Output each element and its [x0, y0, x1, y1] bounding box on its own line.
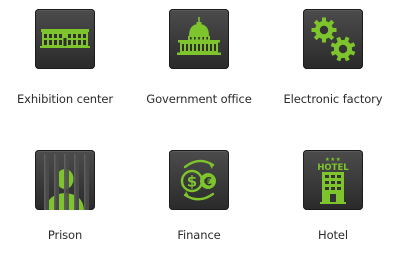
electronic-factory-tile-button[interactable] — [303, 9, 363, 69]
category-icon-grid: Exhibition center Government office Elec… — [0, 0, 398, 242]
tile-label: Prison — [47, 228, 83, 242]
tile-government-office[interactable]: Government office — [134, 0, 264, 115]
hotel-sign-text: HOTEL — [317, 163, 349, 173]
government-office-icon — [177, 17, 221, 55]
hotel-tile-button[interactable]: ★★★ HOTEL — [303, 150, 363, 210]
hotel-icon: ★★★ HOTEL — [317, 157, 349, 204]
prison-icon — [44, 154, 89, 210]
tile-exhibition-center[interactable]: Exhibition center — [0, 0, 130, 115]
prison-tile-button[interactable] — [35, 150, 95, 210]
tile-label: Finance — [177, 228, 221, 242]
tile-label: Electronic factory — [283, 92, 383, 106]
finance-icon: $ € — [180, 159, 216, 201]
tile-label: Exhibition center — [16, 92, 114, 106]
tile-finance[interactable]: $ € Finance — [134, 141, 264, 256]
tile-prison[interactable]: Prison — [0, 141, 130, 256]
finance-dollar-sign: $ — [187, 173, 197, 191]
electronic-factory-icon — [311, 17, 360, 66]
tile-electronic-factory[interactable]: Electronic factory — [268, 0, 398, 115]
tile-label: Hotel — [318, 228, 348, 242]
tile-hotel[interactable]: ★★★ HOTEL Hotel — [268, 141, 398, 256]
finance-euro-sign: € — [203, 175, 212, 189]
government-office-tile-button[interactable] — [169, 9, 229, 69]
exhibition-center-icon — [40, 29, 90, 48]
finance-tile-button[interactable]: $ € — [169, 150, 229, 210]
exhibition-center-tile-button[interactable] — [35, 9, 95, 69]
tile-label: Government office — [146, 92, 252, 106]
